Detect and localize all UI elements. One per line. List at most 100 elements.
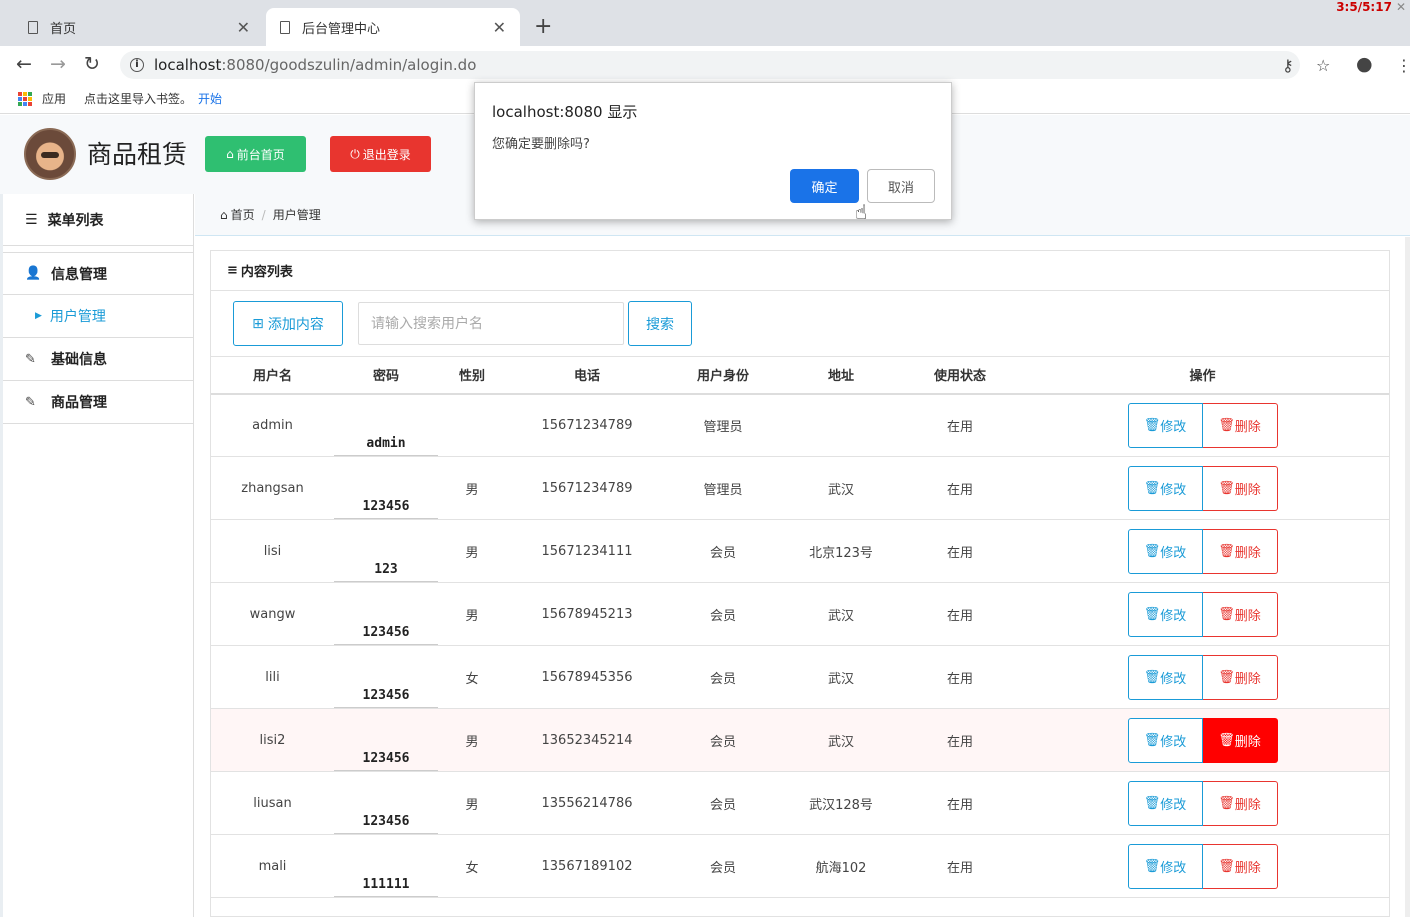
sidebar-item-goods-management[interactable]: ✎ 商品管理 — [3, 381, 193, 424]
plus-square-icon: ⊞ — [252, 315, 264, 332]
cell-address: 航海102 — [778, 834, 904, 898]
delete-button[interactable]: 🗑 删除 — [1202, 843, 1278, 889]
cell-gender: 男 — [438, 582, 506, 646]
table-row: lisi2 123456 男 13652345214 会员 武汉 在用 🗑 修改 🗑 删除 — [211, 708, 1389, 772]
new-tab-icon[interactable]: + — [534, 14, 552, 39]
edit-label: 修改 — [1160, 482, 1187, 498]
close-icon[interactable]: ✕ — [237, 18, 250, 37]
edit-icon: ✎ — [25, 394, 36, 410]
delete-label: 删除 — [1234, 545, 1261, 561]
cell-password: 123456 — [334, 582, 438, 646]
sidebar-item-basic-info[interactable]: ✎ 基础信息 — [3, 338, 193, 381]
add-content-button[interactable]: ⊞ 添加内容 — [233, 301, 343, 346]
table-row: lisi 123 男 15671234111 会员 北京123号 在用 🗑 修改 🗑 删除 — [211, 519, 1389, 583]
edit-label: 修改 — [1160, 608, 1187, 624]
dialog-title: localhost:8080 显示 — [492, 103, 638, 121]
back-icon[interactable]: ← — [16, 53, 32, 75]
home-icon: ⌂ — [220, 207, 228, 222]
browser-tab-bar: 首页 ✕ 后台管理中心 ✕ + 3:5/5:17 ✕ — [0, 0, 1410, 46]
bookmark-apps[interactable]: 应用 — [42, 90, 66, 107]
edit-button[interactable]: 🗑 修改 — [1127, 717, 1203, 763]
cell-password: 123456 — [334, 645, 438, 709]
list-icon: ≡ — [227, 263, 238, 278]
cell-phone: 13556214786 — [506, 771, 668, 835]
tab-label: 后台管理中心 — [302, 21, 381, 37]
browser-tab-home[interactable]: 首页 ✕ — [14, 8, 264, 46]
avatar — [24, 128, 76, 180]
browser-tab-admin[interactable]: 后台管理中心 ✕ — [266, 8, 520, 46]
cell-gender: 男 — [438, 456, 506, 520]
edit-button[interactable]: 🗑 修改 — [1127, 780, 1203, 826]
col-address: 地址 — [778, 356, 904, 395]
delete-label: 删除 — [1234, 419, 1261, 435]
cell-address — [778, 393, 904, 457]
info-icon[interactable]: i — [130, 58, 144, 72]
cell-gender: 男 — [438, 771, 506, 835]
window-close-icon[interactable]: ✕ — [1396, 0, 1406, 14]
forward-icon[interactable]: → — [50, 53, 66, 75]
sidebar-item-info-management[interactable]: 👤 信息管理 — [3, 252, 193, 295]
url-input[interactable]: i localhost:8080/goodszulin/admin/alogin… — [120, 51, 1300, 79]
delete-button[interactable]: 🗑 删除 — [1202, 780, 1278, 826]
close-icon[interactable]: ✕ — [493, 18, 506, 37]
row-actions: 🗑 修改 🗑 删除 — [1127, 780, 1278, 826]
cell-status: 在用 — [904, 645, 1016, 709]
cell-password: admin — [334, 393, 438, 457]
cell-role: 会员 — [668, 582, 778, 646]
edit-label: 修改 — [1160, 671, 1187, 687]
sidebar-item-user-management[interactable]: ▶ 用户管理 — [3, 295, 193, 338]
edit-button[interactable]: 🗑 修改 — [1127, 465, 1203, 511]
panel-title: ≡ 内容列表 — [211, 251, 1389, 291]
breadcrumb-home[interactable]: 首页 — [231, 206, 255, 223]
dialog-message: 您确定要删除吗? — [492, 137, 590, 152]
dialog-cancel-button[interactable]: 取消 — [867, 169, 935, 203]
account-icon[interactable]: ● — [1356, 53, 1373, 75]
more-icon[interactable]: ⋮ — [1396, 56, 1410, 75]
edit-button[interactable]: 🗑 修改 — [1127, 843, 1203, 889]
edit-button[interactable]: 🗑 修改 — [1127, 528, 1203, 574]
apps-icon[interactable] — [18, 91, 32, 106]
star-icon[interactable]: ☆ — [1316, 56, 1330, 75]
key-icon[interactable]: ⚷ — [1282, 56, 1294, 75]
cell-phone: 15678945213 — [506, 582, 668, 646]
password-value: 123456 — [334, 688, 438, 708]
sidebar: ☰ 菜单列表 👤 信息管理 ▶ 用户管理 ✎ 基础信息 ✎ 商品管理 — [0, 194, 194, 917]
table-row: admin admin 15671234789 管理员 在用 🗑 修改 🗑 删除 — [211, 393, 1389, 457]
delete-button[interactable]: 🗑 删除 — [1202, 528, 1278, 574]
trash-icon: 🗑 — [1143, 858, 1161, 874]
edit-button[interactable]: 🗑 修改 — [1127, 654, 1203, 700]
breadcrumb-current: 用户管理 — [272, 208, 321, 222]
bookmark-start-link[interactable]: 开始 — [198, 90, 222, 107]
cell-status: 在用 — [904, 771, 1016, 835]
edit-button[interactable]: 🗑 修改 — [1127, 402, 1203, 448]
delete-button[interactable]: 🗑 删除 — [1202, 591, 1278, 637]
trash-icon: 🗑 — [1218, 795, 1235, 811]
sidebar-item-label: 信息管理 — [51, 266, 107, 283]
scrollbar[interactable] — [1405, 237, 1410, 917]
trash-icon: 🗑 — [1218, 669, 1235, 685]
edit-button[interactable]: 🗑 修改 — [1127, 591, 1203, 637]
site-title: 商品租赁 — [87, 140, 188, 169]
dialog-ok-button[interactable]: 确定 — [790, 169, 859, 203]
delete-label: 删除 — [1234, 482, 1261, 498]
cell-actions: 🗑 修改 🗑 删除 — [1016, 645, 1389, 709]
delete-button[interactable]: 🗑 删除 — [1202, 717, 1278, 763]
password-value: 123456 — [334, 499, 438, 519]
cell-actions: 🗑 修改 🗑 删除 — [1016, 582, 1389, 646]
delete-button[interactable]: 🗑 删除 — [1202, 465, 1278, 511]
logout-button[interactable]: ⏻ 退出登录 — [330, 136, 431, 172]
reload-icon[interactable]: ↻ — [84, 53, 100, 75]
power-icon: ⏻ — [350, 146, 360, 161]
delete-button[interactable]: 🗑 删除 — [1202, 402, 1278, 448]
search-button[interactable]: 搜索 — [628, 301, 692, 346]
search-input[interactable] — [358, 302, 624, 345]
cell-username: lili — [211, 645, 334, 709]
delete-button[interactable]: 🗑 删除 — [1202, 654, 1278, 700]
cell-role: 会员 — [668, 645, 778, 709]
table-row: lili 123456 女 15678945356 会员 武汉 在用 🗑 修改 🗑 删除 — [211, 645, 1389, 709]
sidebar-item-label: 商品管理 — [51, 395, 107, 411]
cell-role: 会员 — [668, 771, 778, 835]
cell-actions: 🗑 修改 🗑 删除 — [1016, 456, 1389, 520]
user-icon: 👤 — [25, 266, 42, 281]
front-home-button[interactable]: ⌂ 前台首页 — [205, 136, 306, 172]
